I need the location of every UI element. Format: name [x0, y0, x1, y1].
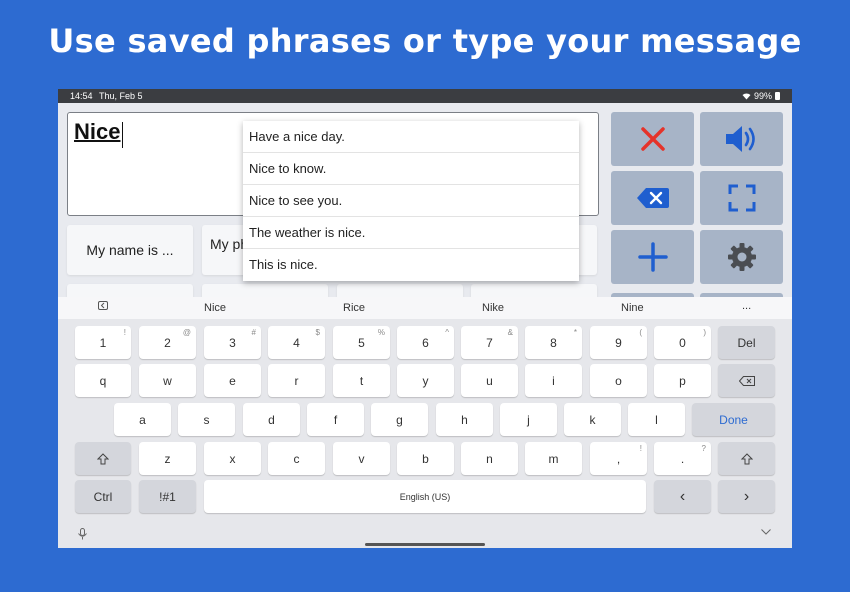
- backspace-key[interactable]: [718, 364, 775, 397]
- key[interactable]: g: [371, 403, 428, 436]
- clear-icon: [640, 127, 665, 151]
- comma-key[interactable]: ,!: [590, 442, 647, 475]
- key[interactable]: 1!: [75, 326, 131, 359]
- fullscreen-icon: [728, 184, 755, 212]
- autocomplete-item[interactable]: Nice to see you.: [243, 185, 579, 217]
- suggestion-item[interactable]: Nine: [621, 302, 644, 314]
- key[interactable]: e: [204, 364, 261, 397]
- hide-keyboard-icon[interactable]: [761, 527, 771, 538]
- more-suggestions-button[interactable]: ...: [742, 300, 751, 312]
- key[interactable]: 0): [654, 326, 711, 359]
- key[interactable]: r: [268, 364, 325, 397]
- key[interactable]: q: [75, 364, 131, 397]
- autocomplete-item[interactable]: Nice to know.: [243, 153, 579, 185]
- autocomplete-dropdown: Have a nice day. Nice to know. Nice to s…: [243, 121, 579, 281]
- space-key[interactable]: English (US): [204, 480, 646, 513]
- tablet-screen: 14:54 Thu, Feb 5 99% Nice My name is ...…: [58, 89, 792, 548]
- backspace-button[interactable]: [611, 171, 694, 225]
- key[interactable]: 5%: [333, 326, 390, 359]
- key[interactable]: l: [628, 403, 685, 436]
- key[interactable]: 3 #: [204, 326, 261, 359]
- key[interactable]: p: [654, 364, 711, 397]
- key[interactable]: s: [178, 403, 235, 436]
- keyboard: 1! 2 @ 3 # 4 $ 5% 6 ^ 7 & 8 * 9( 0) Del q w e …: [58, 319, 792, 548]
- key[interactable]: f: [307, 403, 364, 436]
- key[interactable]: d: [243, 403, 300, 436]
- autocomplete-item[interactable]: This is nice.: [243, 249, 579, 281]
- suggestion-item[interactable]: Nike: [482, 302, 504, 314]
- autocomplete-item[interactable]: Have a nice day.: [243, 121, 579, 153]
- phrase-button[interactable]: My name is ...: [67, 225, 193, 275]
- key[interactable]: v: [333, 442, 390, 475]
- app-area: Nice My name is ... My ph Have a nice da…: [58, 103, 792, 314]
- suggestion-item[interactable]: Nice: [204, 302, 226, 314]
- key[interactable]: 6 ^: [397, 326, 454, 359]
- key[interactable]: x: [204, 442, 261, 475]
- key[interactable]: c: [268, 442, 325, 475]
- text-caret: [122, 122, 123, 148]
- shift-icon: [97, 452, 109, 464]
- key[interactable]: y: [397, 364, 454, 397]
- status-date: Thu, Feb 5: [99, 91, 143, 101]
- key[interactable]: 7 &: [461, 326, 518, 359]
- home-indicator[interactable]: [365, 543, 485, 546]
- backspace-key-icon: [738, 375, 755, 386]
- headline: Use saved phrases or type your message: [48, 22, 802, 60]
- status-bar: 14:54 Thu, Feb 5 99%: [58, 89, 792, 103]
- key[interactable]: t: [333, 364, 390, 397]
- cursor-right-key[interactable]: ›: [718, 480, 775, 513]
- speaker-icon: [725, 126, 755, 152]
- battery-level: 99%: [753, 91, 772, 101]
- key[interactable]: z: [139, 442, 196, 475]
- key[interactable]: o: [590, 364, 647, 397]
- shift-icon: [740, 452, 753, 464]
- key[interactable]: 9(: [590, 326, 647, 359]
- speak-button[interactable]: [700, 112, 783, 166]
- delete-key[interactable]: Del: [718, 326, 775, 359]
- clear-button[interactable]: [611, 112, 694, 166]
- key[interactable]: k: [564, 403, 621, 436]
- status-right: 99%: [742, 89, 780, 103]
- key[interactable]: b: [397, 442, 454, 475]
- key[interactable]: i: [525, 364, 582, 397]
- settings-icon: [727, 243, 756, 271]
- settings-button[interactable]: [700, 230, 783, 284]
- key[interactable]: w: [139, 364, 196, 397]
- cursor-left-key[interactable]: ‹: [654, 480, 711, 513]
- status-time: 14:54: [70, 91, 93, 101]
- message-text: Nice: [74, 119, 121, 144]
- autocomplete-item[interactable]: The weather is nice.: [243, 217, 579, 249]
- ctrl-key[interactable]: Ctrl: [75, 480, 131, 513]
- key[interactable]: u: [461, 364, 518, 397]
- add-icon: [637, 242, 668, 272]
- wifi-icon: [742, 92, 751, 99]
- symbols-key[interactable]: !#1: [139, 480, 196, 513]
- key[interactable]: a: [114, 403, 171, 436]
- toolbar-toggle-icon[interactable]: [98, 301, 108, 313]
- key[interactable]: 2 @: [139, 326, 196, 359]
- period-key[interactable]: .?: [654, 442, 711, 475]
- key[interactable]: j: [500, 403, 557, 436]
- shift-key[interactable]: [75, 442, 131, 475]
- done-key[interactable]: Done: [692, 403, 775, 436]
- battery-icon: [775, 92, 780, 100]
- shift-key[interactable]: [718, 442, 775, 475]
- suggestion-bar: Nice Rice Nike Nine ...: [58, 297, 792, 319]
- backspace-icon: [636, 188, 669, 208]
- add-phrase-button[interactable]: [611, 230, 694, 284]
- key[interactable]: h: [436, 403, 493, 436]
- key[interactable]: 4 $: [268, 326, 325, 359]
- microphone-icon[interactable]: [78, 527, 87, 545]
- key[interactable]: 8 *: [525, 326, 582, 359]
- key[interactable]: m: [525, 442, 582, 475]
- key[interactable]: n: [461, 442, 518, 475]
- fullscreen-button[interactable]: [700, 171, 783, 225]
- suggestion-item[interactable]: Rice: [343, 302, 365, 314]
